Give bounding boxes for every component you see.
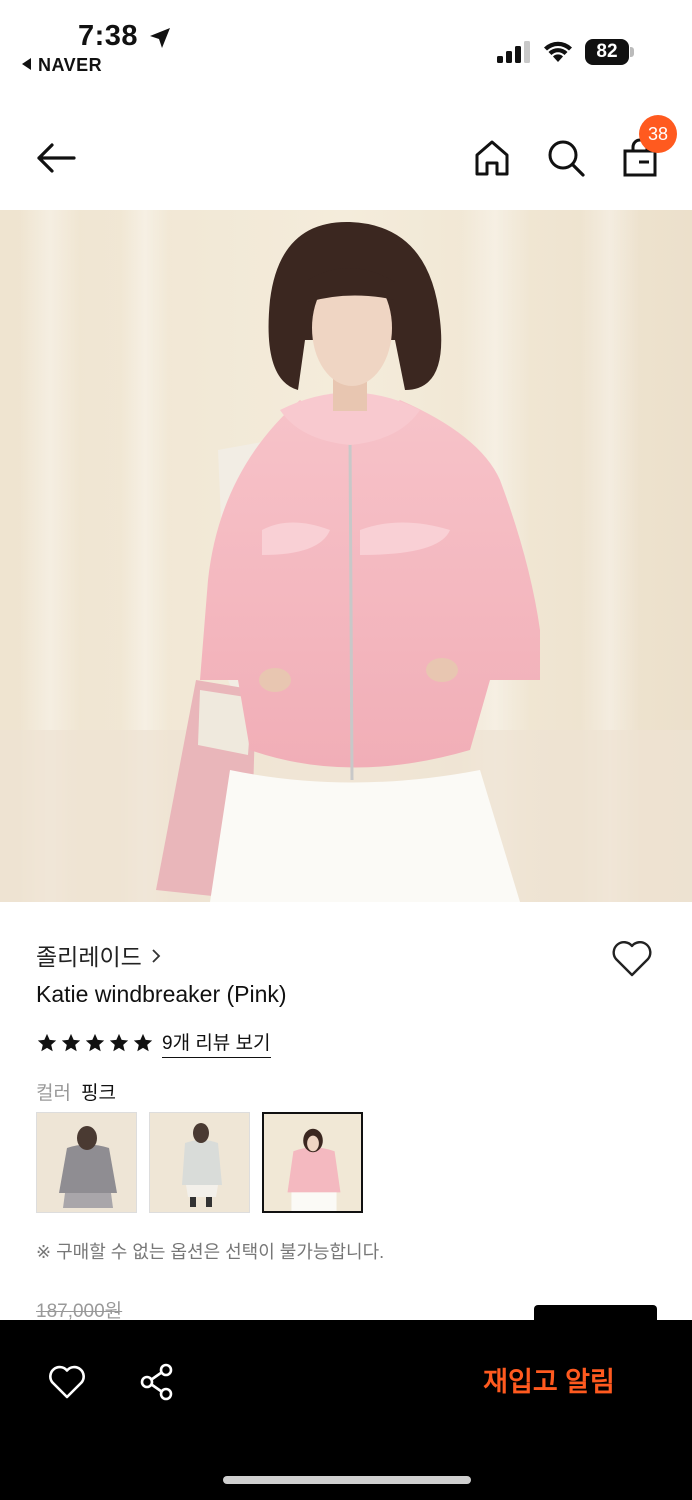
star-icon	[61, 1033, 81, 1052]
share-icon[interactable]	[137, 1362, 177, 1402]
rating-stars	[36, 1032, 154, 1054]
signal-icon	[497, 41, 530, 63]
chevron-right-icon	[150, 944, 162, 971]
swatch-gray[interactable]	[36, 1112, 137, 1213]
heart-icon[interactable]	[47, 1362, 87, 1402]
battery-level: 82	[585, 39, 629, 65]
color-option-row: 컬러 핑크	[36, 1078, 116, 1105]
swatch-pink[interactable]	[262, 1112, 363, 1213]
wifi-icon	[544, 41, 572, 62]
product-photo	[0, 210, 692, 902]
cart-count-badge: 38	[639, 115, 677, 153]
review-link[interactable]: 9개 리뷰 보기	[162, 1028, 271, 1058]
back-triangle-icon	[22, 58, 31, 70]
brand-link[interactable]: 졸리레이드	[36, 938, 162, 972]
location-arrow-icon	[150, 28, 170, 48]
original-price: 187,000원	[36, 1301, 123, 1322]
bottom-action-bar: 재입고 알림	[0, 1320, 692, 1500]
rating-row: 9개 리뷰 보기	[36, 1028, 271, 1058]
product-image[interactable]	[0, 210, 692, 902]
back-to-app-link[interactable]: NAVER	[22, 55, 102, 76]
brand-name: 졸리레이드	[36, 944, 142, 970]
back-button[interactable]	[32, 134, 80, 182]
status-time: 7:38	[78, 20, 139, 52]
back-app-label: NAVER	[38, 55, 103, 75]
option-notice: ※ 구매할 수 없는 옵션은 선택이 불가능합니다.	[36, 1242, 385, 1262]
status-bar: 7:38 NAVER 82	[0, 0, 692, 90]
swatch-light-gray[interactable]	[149, 1112, 250, 1213]
back-arrow-icon	[37, 143, 76, 173]
app-header	[0, 110, 692, 208]
home-indicator	[223, 1476, 471, 1484]
star-icon	[133, 1033, 153, 1052]
wishlist-heart-icon[interactable]	[610, 937, 654, 981]
search-button[interactable]	[542, 134, 590, 182]
home-button[interactable]	[468, 134, 516, 182]
option-value: 핑크	[80, 1083, 116, 1104]
star-icon	[85, 1033, 105, 1052]
search-icon	[548, 140, 585, 177]
star-icon	[109, 1033, 129, 1052]
battery-icon: 82	[585, 39, 635, 65]
restock-alert-button[interactable]: 재입고 알림	[440, 1358, 658, 1406]
option-label: 컬러	[36, 1083, 71, 1104]
product-name: Katie windbreaker (Pink)	[36, 981, 287, 1007]
star-icon	[37, 1033, 57, 1052]
home-icon	[475, 140, 509, 176]
color-swatches	[36, 1112, 363, 1213]
